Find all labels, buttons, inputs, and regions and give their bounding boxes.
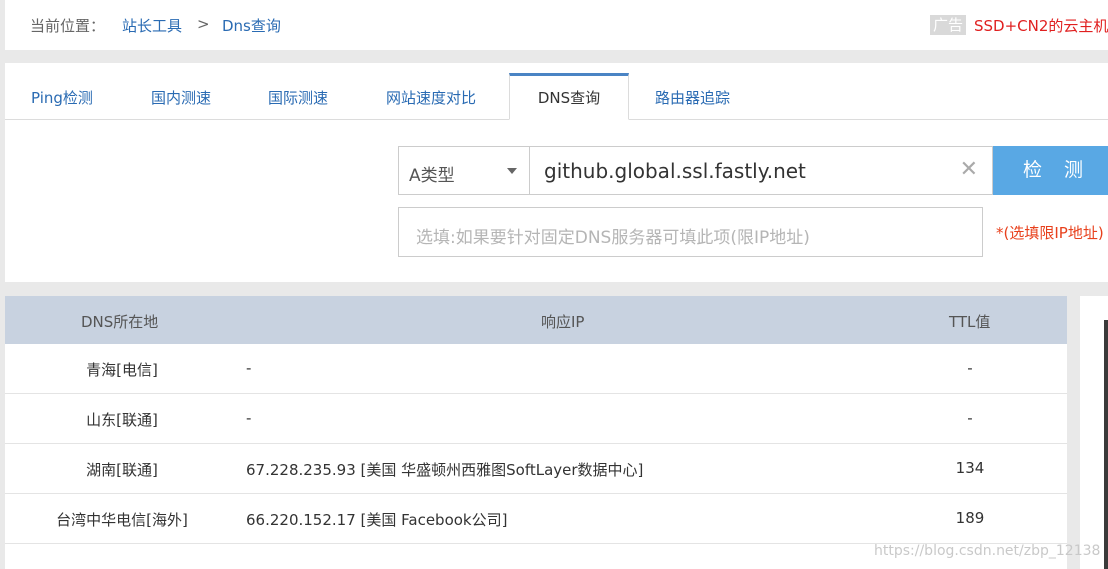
cell-location: 青海[电信] (86, 361, 158, 379)
results-table: DNS所在地 响应IP TTL值 青海[电信] - - 山东[联通] - - 湖… (5, 296, 1067, 569)
ad-badge: 广告 (930, 15, 967, 35)
cell-location: 山东[联通] (86, 411, 158, 429)
breadcrumb-label: 当前位置： (30, 17, 106, 35)
tool-panel: Ping检测 国内测速 国际测速 网站速度对比 DNS查询 路由器追踪 A类型 … (5, 63, 1108, 282)
cell-ip: - (246, 359, 252, 377)
tab-domestic-speed[interactable]: 国内测速 (151, 73, 211, 120)
breadcrumb-bar: 当前位置： 站长工具 > Dns查询 广告 SSD+CN2的云主机 (5, 0, 1108, 50)
header-ttl: TTL值 (949, 313, 991, 331)
header-dns-location: DNS所在地 (81, 313, 159, 331)
dns-server-note: *(选填限IP地址) (996, 224, 1104, 242)
breadcrumb-separator: > (197, 15, 210, 33)
side-ad-panel (1080, 296, 1108, 569)
tool-tabs: Ping检测 国内测速 国际测速 网站速度对比 DNS查询 路由器追踪 (5, 73, 1108, 120)
cell-ttl: - (967, 409, 973, 427)
cell-ttl: - (967, 359, 973, 377)
domain-input-value: github.global.ssl.fastly.net (544, 159, 806, 183)
breadcrumb-link-dns-query[interactable]: Dns查询 (222, 15, 281, 36)
tab-international-speed[interactable]: 国际测速 (268, 73, 328, 120)
tab-ping[interactable]: Ping检测 (31, 73, 93, 120)
table-row: 台湾中华电信[海外] 66.220.152.17 [美国 Facebook公司]… (5, 494, 1067, 544)
close-icon[interactable]: ✕ (960, 157, 978, 182)
cell-ip: 66.220.152.17 [美国 Facebook公司] (246, 511, 508, 529)
header-response-ip: 响应IP (541, 313, 585, 331)
tab-dns-query[interactable]: DNS查询 (509, 73, 629, 120)
dns-server-placeholder: 选填:如果要针对固定DNS服务器可填此项(限IP地址) (416, 228, 810, 248)
check-button[interactable]: 检 测 (993, 146, 1108, 195)
dns-server-input[interactable]: 选填:如果要针对固定DNS服务器可填此项(限IP地址) (398, 207, 983, 257)
table-row: 湖南[联通] 67.228.235.93 [美国 华盛顿州西雅图SoftLaye… (5, 444, 1067, 494)
cell-ttl: 134 (955, 459, 985, 477)
tab-traceroute[interactable]: 路由器追踪 (655, 73, 730, 120)
cell-ip: - (246, 409, 252, 427)
ad-link[interactable]: SSD+CN2的云主机 (974, 15, 1108, 36)
breadcrumb-link-webmaster-tools[interactable]: 站长工具 (122, 15, 182, 36)
cell-location: 台湾中华电信[海外] (56, 511, 188, 529)
cell-ttl: 189 (955, 509, 985, 527)
table-row: 青海[电信] - - (5, 344, 1067, 394)
table-header: DNS所在地 响应IP TTL值 (5, 296, 1067, 344)
record-type-select[interactable]: A类型 (398, 146, 530, 195)
domain-input[interactable]: github.global.ssl.fastly.net ✕ (529, 146, 993, 195)
cell-ip: 67.228.235.93 [美国 华盛顿州西雅图SoftLayer数据中心] (246, 461, 644, 479)
watermark: https://blog.csdn.net/zbp_12138 (874, 543, 1101, 559)
caret-down-icon (507, 168, 517, 174)
tab-site-speed-compare[interactable]: 网站速度对比 (386, 73, 476, 120)
cell-location: 湖南[联通] (86, 461, 158, 479)
side-ad-image (1104, 320, 1108, 569)
record-type-value: A类型 (409, 166, 455, 186)
table-row: 山东[联通] - - (5, 394, 1067, 444)
